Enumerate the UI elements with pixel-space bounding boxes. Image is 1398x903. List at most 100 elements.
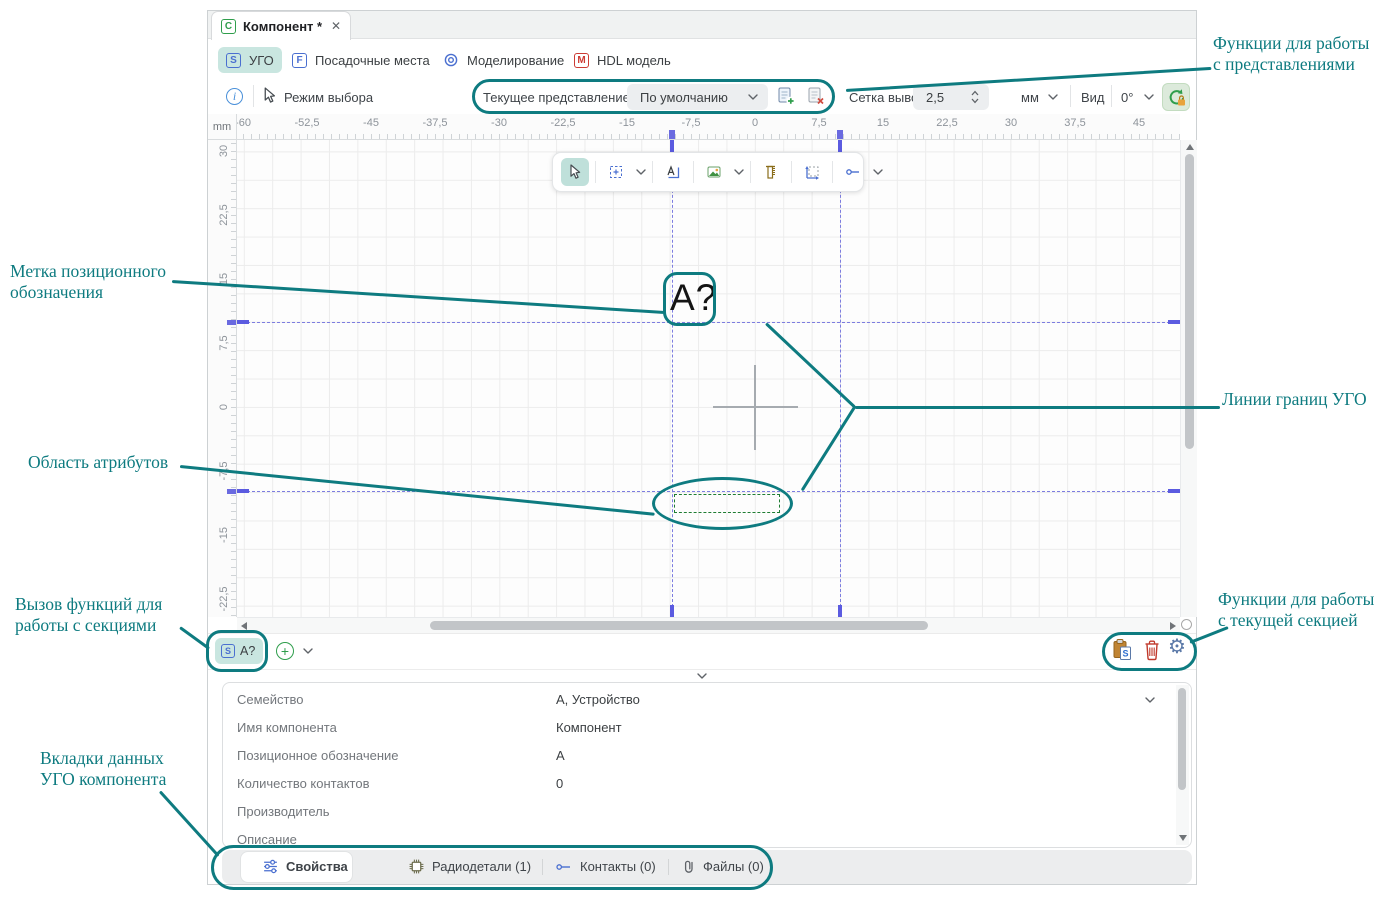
unit-chevron-icon[interactable] — [1048, 94, 1058, 100]
chevron-down-icon[interactable] — [873, 169, 883, 175]
v-tick: 15 — [218, 264, 232, 294]
view-select-value: По умолчанию — [640, 90, 728, 105]
boundary-handle[interactable] — [1168, 320, 1180, 324]
horizontal-ruler: -60 -52,5 -45 -37,5 -30 -22,5 -15 -7,5 0… — [237, 114, 1180, 140]
properties-scrollbar[interactable] — [1176, 685, 1189, 845]
select-mode-icon — [261, 87, 278, 104]
view-select[interactable]: По умолчанию — [627, 84, 768, 110]
boundary-line-horizontal-top[interactable] — [237, 322, 1180, 323]
image-tool-button[interactable] — [700, 158, 728, 186]
copy-section-button[interactable]: S — [1112, 638, 1133, 662]
add-section-chevron-icon[interactable] — [303, 648, 313, 654]
v-tick: 0 — [218, 392, 232, 422]
attribute-area[interactable] — [674, 494, 780, 513]
boundary-handle[interactable] — [838, 605, 842, 617]
ref-designator-label[interactable]: А? — [670, 279, 717, 316]
paste-section-icon: S — [1112, 638, 1133, 662]
info-icon[interactable]: i — [226, 88, 243, 105]
scroll-up-arrow[interactable] — [1186, 144, 1194, 150]
rotate-lock-button[interactable] — [1162, 83, 1190, 111]
annotation-ref-mark: Метка позиционного обозначения — [10, 261, 166, 303]
unit-select-value[interactable]: мм — [1021, 90, 1039, 105]
add-section-button[interactable]: + — [276, 642, 294, 660]
angle-select-value[interactable]: 0° — [1121, 90, 1133, 105]
pin-tool-button[interactable] — [839, 158, 867, 186]
scroll-down-arrow[interactable] — [1179, 835, 1187, 841]
pin-grid-stepper[interactable]: 2,5 — [913, 84, 989, 110]
boundary-handle[interactable] — [670, 605, 674, 617]
transform-tool-button[interactable] — [798, 158, 826, 186]
delete-view-button[interactable] — [806, 86, 826, 107]
pin-icon — [845, 164, 861, 180]
h-tick: -22,5 — [550, 117, 575, 129]
boundary-handle[interactable] — [838, 140, 842, 152]
node-tool-button[interactable] — [602, 158, 630, 186]
ref-designator-value[interactable]: А — [556, 748, 565, 763]
chevron-down-icon[interactable] — [636, 169, 646, 175]
section-label: A? — [240, 644, 255, 658]
paperclip-icon[interactable] — [681, 858, 697, 875]
hdl-icon: M — [574, 53, 589, 68]
scroll-left-arrow[interactable] — [241, 622, 247, 630]
collapse-panel-icon[interactable] — [697, 673, 707, 679]
panel-collapse-row — [208, 669, 1196, 682]
boundary-handle[interactable] — [670, 140, 674, 152]
chevron-down-icon[interactable] — [734, 169, 744, 175]
contact-pin-icon[interactable] — [556, 862, 572, 872]
horizontal-scroll-thumb[interactable] — [430, 621, 928, 630]
selection-tool-button[interactable] — [561, 158, 589, 186]
tab-hdl[interactable]: M HDL модель — [566, 47, 679, 73]
component-name-value[interactable]: Компонент — [556, 720, 622, 735]
delete-section-button[interactable] — [1143, 639, 1161, 661]
boundary-marker — [227, 320, 236, 325]
pin-count-value[interactable]: 0 — [556, 776, 563, 791]
chip-icon[interactable] — [408, 858, 425, 875]
section-tab[interactable]: S A? — [215, 638, 263, 664]
h-tick: 0 — [752, 117, 758, 129]
property-label: Имя компонента — [237, 720, 337, 735]
tab-ugo[interactable]: S УГО — [218, 47, 282, 73]
toolbar-divider — [1111, 85, 1112, 107]
add-view-button[interactable] — [776, 86, 796, 107]
boundary-handle[interactable] — [237, 489, 249, 493]
angle-chevron-icon[interactable] — [1144, 94, 1154, 100]
tab-contacts-label[interactable]: Контакты (0) — [580, 859, 656, 874]
scroll-corner-knob[interactable] — [1181, 619, 1192, 630]
measure-tool-button[interactable] — [757, 158, 785, 186]
boundary-handle[interactable] — [1168, 489, 1180, 493]
text-tool-button[interactable] — [659, 158, 687, 186]
properties-scroll-thumb[interactable] — [1178, 688, 1186, 790]
tab-close-icon[interactable]: ✕ — [331, 19, 341, 33]
dashed-square-cross-icon — [608, 164, 624, 180]
spiral-icon — [443, 52, 459, 68]
view-menu[interactable]: Вид — [1081, 90, 1105, 105]
footprint-icon: F — [292, 53, 307, 68]
boundary-line-horizontal-bottom[interactable] — [237, 491, 1180, 492]
tab-footprints[interactable]: F Посадочные места — [284, 47, 438, 73]
tab-title: Компонент * — [243, 19, 322, 34]
vertical-scrollbar[interactable] — [1180, 140, 1197, 617]
property-label: Позиционное обозначение — [237, 748, 399, 763]
current-view-label: Текущее представление — [483, 90, 630, 105]
horizontal-scrollbar[interactable] — [237, 617, 1180, 633]
annotation-data-tabs: Вкладки данных УГО компонента — [40, 748, 166, 790]
tab-modeling[interactable]: Моделирование — [435, 47, 572, 73]
v-tick: 22,5 — [218, 200, 232, 230]
scroll-right-arrow[interactable] — [1170, 622, 1176, 630]
caliper-icon — [763, 164, 779, 180]
family-value[interactable]: А, Устройство — [556, 692, 640, 707]
rotate-lock-icon — [1167, 88, 1186, 107]
section-settings-button[interactable]: ⚙ — [1168, 637, 1186, 657]
symbol-editor-canvas[interactable]: А? — [237, 140, 1180, 617]
symbol-icon: S — [226, 53, 241, 68]
document-tab[interactable]: C Компонент * ✕ — [211, 11, 351, 40]
tab-files-label[interactable]: Файлы (0) — [703, 859, 764, 874]
boundary-line-vertical-left[interactable] — [672, 140, 673, 617]
h-tick: -7,5 — [682, 117, 701, 129]
tab-parts-label[interactable]: Радиодетали (1) — [432, 859, 531, 874]
family-dropdown-icon[interactable] — [1145, 697, 1155, 703]
vertical-scroll-thumb[interactable] — [1185, 154, 1194, 449]
property-label: Семейство — [237, 692, 304, 707]
boundary-line-vertical-right[interactable] — [840, 140, 841, 617]
boundary-handle[interactable] — [237, 320, 249, 324]
